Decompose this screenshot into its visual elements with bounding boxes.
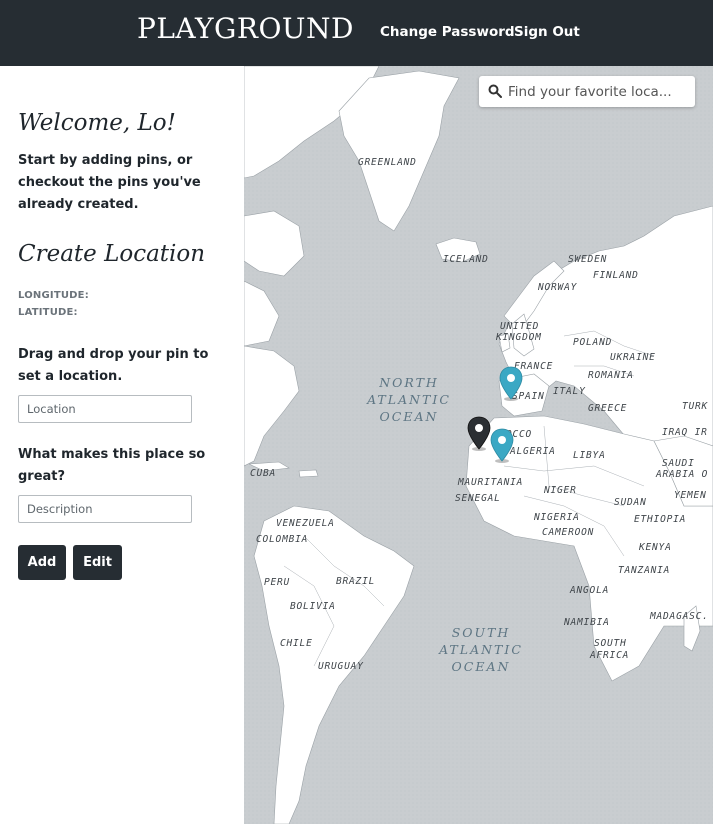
map-canvas[interactable]: GREENLAND ICELAND SWEDEN FINLAND NORWAY … [244,66,713,824]
label-chile: CHILE [280,638,313,649]
label-greenland: GREENLAND [358,157,417,168]
map-pin-teal[interactable] [498,366,524,402]
description-input[interactable] [18,495,192,523]
label-kenya: KENYA [639,542,672,553]
label-tanzania: TANZANIA [618,565,671,576]
label-iceland: ICELAND [443,254,489,265]
label-italy: ITALY [553,386,586,397]
label-norway: NORWAY [538,282,578,293]
label-algeria: ALGERIA [510,446,556,457]
label-poland: POLAND [573,337,613,348]
edit-button[interactable]: Edit [73,545,122,580]
brand-logo[interactable]: PLAYGROUND [137,12,354,45]
label-saudi: SAUDI [662,458,695,469]
label-romania: ROMANIA [588,370,634,381]
map-search-box [479,76,695,107]
label-arabia: ARABIA O [656,469,709,480]
create-location-heading: Create Location [18,241,206,267]
label-ethiopia: ETHIOPIA [634,514,687,525]
label-cuba: CUBA [250,468,277,479]
map-pin-teal-2[interactable] [489,428,515,464]
label-kingdom: KINGDOM [496,332,542,343]
label-namibia: NAMIBIA [564,617,610,628]
label-mauritania: MAURITANIA [458,477,524,488]
label-south-atlantic: SOUTH ATLANTIC OCEAN [439,625,523,674]
label-united: UNITED [500,321,540,332]
label-turkey: TURK [682,401,709,412]
label-uruguay: URUGUAY [318,661,364,672]
label-africa: AFRICA [590,650,630,661]
map-search-input[interactable] [508,80,688,103]
add-button[interactable]: Add [18,545,66,580]
intro-text: Start by adding pins, or checkout the pi… [18,153,201,212]
label-sweden: SWEDEN [568,254,608,265]
label-peru: PERU [264,577,291,588]
top-navbar: PLAYGROUND Change Password Sign Out [0,0,713,66]
welcome-heading: Welcome, Lo! [18,110,176,136]
latitude-label: LATITUDE: [18,307,78,318]
label-iraq: IRAQ IR [662,427,708,438]
label-yemen: YEMEN [674,490,707,501]
label-madagascar: MADAGASC. [650,611,709,622]
label-greece: GREECE [588,403,628,414]
label-niger: NIGER [544,485,577,496]
label-cameroon: CAMEROON [542,527,595,538]
description-prompt: What makes this place so great? [18,447,206,484]
label-nigeria: NIGERIA [534,512,580,523]
change-password-link[interactable]: Change Password [380,24,515,40]
label-south: SOUTH [594,638,627,649]
label-brazil: BRAZIL [336,576,376,587]
label-colombia: COLOMBIA [256,534,309,545]
label-sudan: SUDAN [614,497,647,508]
label-venezuela: VENEZUELA [276,518,335,529]
longitude-label: LONGITUDE: [18,290,89,301]
label-libya: LIBYA [573,450,606,461]
location-input[interactable] [18,395,192,423]
sidebar: Welcome, Lo! Start by adding pins, or ch… [0,66,244,824]
search-icon [488,84,502,98]
label-bolivia: BOLIVIA [290,601,336,612]
label-senegal: SENEGAL [455,493,501,504]
label-ukraine: UKRAINE [610,352,656,363]
drag-pin-prompt: Drag and drop your pin to set a location… [18,347,209,384]
label-north-atlantic: NORTH ATLANTIC OCEAN [367,375,451,424]
sign-out-link[interactable]: Sign Out [514,24,580,40]
label-finland: FINLAND [593,270,639,281]
label-angola: ANGOLA [570,585,610,596]
